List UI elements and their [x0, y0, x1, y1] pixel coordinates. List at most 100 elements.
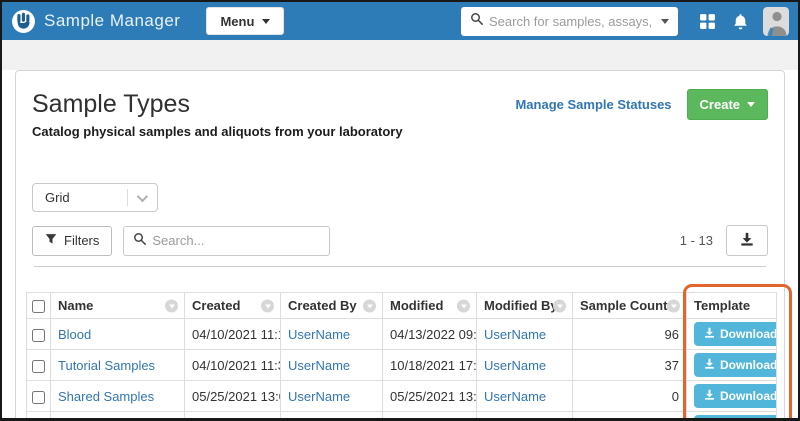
table-row: Download — [26, 411, 777, 418]
user-avatar-icon[interactable] — [763, 6, 789, 36]
download-button-label: Download — [720, 327, 777, 341]
column-label: Modified By — [484, 298, 558, 313]
filter-funnel-icon — [45, 233, 57, 248]
download-icon — [704, 327, 715, 341]
manage-sample-statuses-link[interactable]: Manage Sample Statuses — [515, 97, 671, 112]
app-header: Sample Manager Menu — [2, 2, 798, 40]
select-all-checkbox[interactable] — [32, 300, 45, 314]
global-search-input[interactable] — [489, 13, 655, 29]
table-row: Shared Samples 05/25/2021 13:03 UserName… — [26, 380, 777, 412]
apps-grid-icon[interactable] — [699, 13, 716, 30]
download-template-button[interactable]: Download — [694, 415, 776, 418]
column-header-sample-count[interactable]: Sample Count — [572, 292, 687, 319]
grid-search-box[interactable] — [123, 225, 331, 256]
download-icon — [704, 358, 715, 372]
sample-count-cell: 0 — [572, 380, 687, 412]
content-panel: Sample Types Manage Sample Statuses Crea… — [15, 70, 785, 418]
chevron-down-icon — [136, 190, 149, 202]
created-cell: 05/25/2021 13:03 — [184, 380, 281, 412]
menu-button-label: Menu — [220, 13, 255, 29]
filters-button[interactable]: Filters — [32, 225, 113, 256]
user-link[interactable]: UserName — [288, 358, 350, 373]
toolbar-right: 1 - 13 — [680, 225, 768, 256]
column-header-modified-by[interactable]: Modified By — [476, 292, 573, 319]
column-menu-icon[interactable] — [261, 299, 274, 312]
sub-header-band — [2, 40, 798, 70]
search-icon — [470, 12, 483, 30]
modified-cell: 05/25/2021 13:04 — [382, 380, 477, 412]
modified-cell: 10/18/2021 17:08 — [382, 349, 477, 381]
row-checkbox[interactable] — [32, 328, 45, 342]
user-link[interactable]: UserName — [484, 389, 546, 404]
column-menu-icon[interactable] — [165, 299, 178, 312]
column-header-name[interactable]: Name — [50, 292, 185, 319]
sample-type-link[interactable]: Blood — [58, 327, 91, 342]
sample-type-link[interactable]: Tutorial Samples — [58, 358, 155, 373]
export-download-icon — [740, 232, 754, 249]
user-link[interactable]: UserName — [288, 327, 350, 342]
download-template-button[interactable]: Download — [694, 322, 777, 346]
table-row: Blood 04/10/2021 11:14 UserName 04/13/20… — [26, 318, 777, 350]
search-icon — [133, 232, 147, 250]
modified-cell — [382, 411, 477, 418]
column-header-template: Template — [686, 292, 777, 319]
title-row: Sample Types Manage Sample Statuses Crea… — [26, 85, 774, 120]
download-icon — [704, 389, 715, 403]
search-scope-caret-icon[interactable] — [661, 18, 669, 24]
modified-cell: 04/13/2022 09:40 — [382, 318, 477, 350]
create-button-label: Create — [699, 97, 740, 112]
sample-types-grid: Name Created Created By Modified Modifie… — [26, 292, 777, 418]
select-all-cell — [26, 292, 51, 319]
sample-count-cell — [572, 411, 687, 418]
column-header-modified[interactable]: Modified — [382, 292, 477, 319]
download-button-label: Download — [720, 389, 777, 403]
user-link[interactable]: UserName — [288, 389, 350, 404]
title-actions: Manage Sample Statuses Create — [515, 89, 768, 120]
column-header-created-by[interactable]: Created By — [280, 292, 383, 319]
download-button-label: Download — [720, 358, 777, 372]
view-select-value: Grid — [45, 190, 70, 205]
table-row: Tutorial Samples 04/10/2021 11:39 UserNa… — [26, 349, 777, 381]
column-label: Name — [58, 298, 94, 313]
export-button[interactable] — [726, 225, 768, 256]
page-title: Sample Types — [32, 90, 190, 118]
created-cell — [184, 411, 281, 418]
grid-header-row: Name Created Created By Modified Modifie… — [26, 292, 777, 319]
column-label: Modified — [390, 298, 444, 313]
user-link[interactable]: UserName — [484, 327, 546, 342]
column-menu-icon[interactable] — [457, 299, 470, 312]
caret-down-icon — [262, 18, 271, 24]
page-subtitle: Catalog physical samples and aliquots fr… — [32, 124, 403, 139]
column-menu-icon[interactable] — [553, 299, 566, 312]
sample-count-cell: 37 — [572, 349, 687, 381]
sample-type-link[interactable]: Shared Samples — [58, 389, 154, 404]
column-header-created[interactable]: Created — [184, 292, 281, 319]
app-title: Sample Manager — [44, 11, 181, 30]
divider — [34, 266, 766, 267]
user-link[interactable]: UserName — [484, 358, 546, 373]
column-label: Created By — [288, 298, 357, 313]
row-checkbox[interactable] — [32, 359, 45, 373]
row-checkbox[interactable] — [32, 390, 45, 404]
pagination-range: 1 - 13 — [679, 233, 713, 248]
grid-search-input[interactable] — [152, 233, 321, 248]
filters-button-label: Filters — [64, 233, 100, 248]
grid-toolbar: Filters 1 - 13 — [32, 225, 768, 256]
create-button[interactable]: Create — [686, 89, 768, 120]
app-logo-icon — [11, 9, 36, 34]
column-menu-icon[interactable] — [667, 299, 680, 312]
global-search-box[interactable] — [461, 6, 678, 36]
view-select[interactable]: Grid — [32, 183, 158, 212]
menu-button[interactable]: Menu — [206, 7, 285, 35]
column-label: Created — [192, 298, 241, 313]
download-template-button[interactable]: Download — [694, 353, 777, 377]
created-cell: 04/10/2021 11:14 — [184, 318, 281, 350]
sample-count-cell: 96 — [572, 318, 687, 350]
column-label: Sample Count — [580, 298, 668, 313]
notifications-bell-icon[interactable] — [732, 13, 749, 30]
download-template-button[interactable]: Download — [694, 384, 777, 408]
column-label: Template — [694, 298, 751, 313]
app-window: Sample Manager Menu Search for samples, … — [0, 0, 800, 421]
column-menu-icon[interactable] — [363, 299, 376, 312]
created-cell: 04/10/2021 11:39 — [184, 349, 281, 381]
